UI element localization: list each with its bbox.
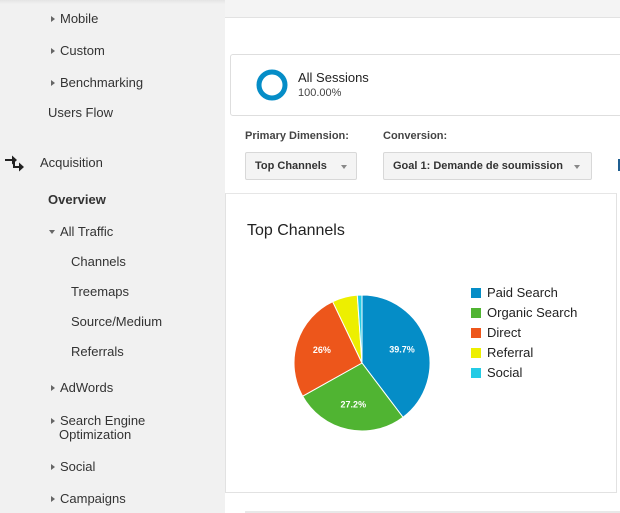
legend-label: Referral xyxy=(487,345,534,360)
nav-item-all-traffic[interactable]: All Traffic xyxy=(49,224,113,239)
nav-item-label: Optimization xyxy=(59,427,132,442)
main-content: All Sessions 100.00% Primary Dimension: … xyxy=(225,0,620,513)
nav-item-seo[interactable]: Search Engine xyxy=(51,413,145,428)
legend-label: Paid Search xyxy=(487,285,558,300)
caret-right-icon xyxy=(51,463,55,470)
legend-label: Social xyxy=(487,365,523,380)
top-toolbar-strip xyxy=(225,0,620,18)
nav-item-channels[interactable]: Channels xyxy=(71,254,126,269)
nav-item-source-medium[interactable]: Source/Medium xyxy=(71,314,162,329)
segment-percent: 100.00% xyxy=(298,87,342,99)
chart-card-top-channels: Top Channels 39.7% 27.2% 26% Paid Search Or… xyxy=(225,193,617,493)
nav-item-overview[interactable]: Overview xyxy=(48,192,106,207)
chevron-down-icon xyxy=(341,165,347,169)
segment-title: All Sessions xyxy=(298,70,369,85)
dropdown-value: Top Channels xyxy=(255,160,327,172)
chevron-down-icon xyxy=(574,165,580,169)
nav-item-label: Benchmarking xyxy=(60,75,144,90)
nav-section-acquisition[interactable]: Acquisition xyxy=(40,155,103,170)
legend-swatch xyxy=(471,348,481,358)
nav-item-mobile[interactable]: Mobile xyxy=(51,11,98,26)
pie-data-label: 26% xyxy=(313,345,331,355)
nav-item-custom[interactable]: Custom xyxy=(51,43,105,58)
legend-swatch xyxy=(471,288,481,298)
sidebar-top-shadow xyxy=(0,0,225,4)
caret-right-icon xyxy=(51,47,55,54)
nav-item-users-flow[interactable]: Users Flow xyxy=(48,105,113,120)
dropdown-value: Goal 1: Demande de soumission xyxy=(393,160,563,172)
nav-item-campaigns[interactable]: Campaigns xyxy=(51,491,126,506)
legend-swatch xyxy=(471,308,481,318)
nav-item-referrals[interactable]: Referrals xyxy=(71,344,124,359)
nav-item-label: Source/Medium xyxy=(71,314,163,329)
segment-ring-icon xyxy=(256,69,288,101)
primary-dimension-dropdown[interactable]: Top Channels xyxy=(245,152,357,180)
nav-item-label: Mobile xyxy=(60,11,99,26)
nav-item-label: Overview xyxy=(48,192,106,207)
nav-item-label: Treemaps xyxy=(71,284,130,299)
nav-item-label: Custom xyxy=(60,43,105,58)
nav-item-label: Channels xyxy=(71,254,126,269)
conversion-label: Conversion: xyxy=(383,130,448,142)
pie-data-label: 27.2% xyxy=(341,399,367,409)
nav-item-label: Referrals xyxy=(71,344,124,359)
legend-swatch xyxy=(471,368,481,378)
primary-dimension-label: Primary Dimension: xyxy=(245,130,349,142)
nav-item-label: All Traffic xyxy=(60,224,114,239)
legend-label: Direct xyxy=(487,325,521,340)
nav-item-label: Campaigns xyxy=(60,491,126,506)
caret-right-icon xyxy=(51,79,55,86)
caret-right-icon xyxy=(51,417,55,424)
nav-item-label: Search Engine xyxy=(60,413,146,428)
nav-item-label: AdWords xyxy=(60,380,114,395)
acquisition-arrows-icon xyxy=(5,155,24,172)
nav-item-treemaps[interactable]: Treemaps xyxy=(71,284,129,299)
caret-right-icon xyxy=(51,15,55,22)
nav-item-label: Users Flow xyxy=(48,105,114,120)
caret-right-icon xyxy=(51,495,55,502)
caret-right-icon xyxy=(51,384,55,391)
nav-item-seo-line2[interactable]: Optimization xyxy=(59,427,131,442)
pie-data-label: 39.7% xyxy=(389,345,415,355)
nav-item-benchmarking[interactable]: Benchmarking xyxy=(51,75,143,90)
nav-item-label: Social xyxy=(60,459,96,474)
legend-swatch xyxy=(471,328,481,338)
nav-item-label: Acquisition xyxy=(40,155,103,170)
nav-item-social[interactable]: Social xyxy=(51,459,95,474)
nav-item-adwords[interactable]: AdWords xyxy=(51,380,113,395)
conversion-dropdown[interactable]: Goal 1: Demande de soumission xyxy=(383,152,592,180)
sidebar-nav: Mobile Custom Benchmarking Users Flow Ac… xyxy=(0,0,225,513)
legend-label: Organic Search xyxy=(487,305,578,320)
segment-card-all-sessions[interactable]: All Sessions 100.00% xyxy=(230,54,620,116)
pie-chart: 39.7% 27.2% 26% xyxy=(293,294,431,432)
caret-down-icon xyxy=(49,229,55,234)
